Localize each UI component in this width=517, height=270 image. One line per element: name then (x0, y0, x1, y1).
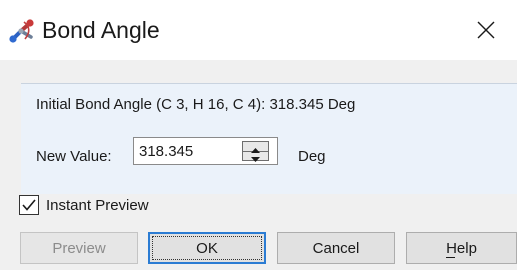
cancel-button-label: Cancel (312, 239, 360, 257)
help-button-label-wrap: Help (446, 239, 477, 258)
ok-button[interactable]: OK (148, 232, 266, 264)
preview-button-label: Preview (52, 239, 106, 257)
checkmark-icon (22, 199, 36, 211)
preview-button[interactable]: Preview (20, 232, 138, 264)
instant-preview-checkbox[interactable] (19, 195, 39, 215)
spinner-buttons (242, 141, 269, 162)
new-value-input[interactable] (134, 138, 243, 164)
triangle-down-icon (251, 157, 260, 162)
title-bar: Bond Angle (0, 0, 517, 60)
help-button-label: Help (446, 239, 477, 257)
new-value-label: New Value: (36, 148, 112, 165)
focus-ring (152, 236, 262, 260)
instant-preview-label[interactable]: Instant Preview (46, 197, 149, 215)
close-icon[interactable] (474, 18, 498, 42)
new-value-spinner (133, 137, 278, 165)
molecule-app-icon (9, 19, 34, 43)
cancel-button[interactable]: Cancel (277, 232, 395, 264)
window-title: Bond Angle (42, 17, 160, 43)
initial-bond-angle-text: Initial Bond Angle (C 3, H 16, C 4): 318… (36, 96, 356, 113)
unit-label: Deg (298, 148, 326, 165)
spin-down-button[interactable] (243, 151, 268, 162)
help-button[interactable]: Help (406, 232, 517, 264)
mnemonic-underline (446, 256, 456, 258)
